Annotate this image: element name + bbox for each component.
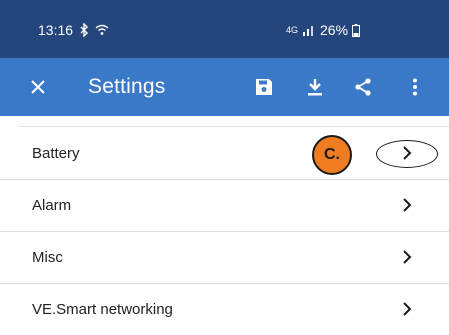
settings-item-label: Misc <box>32 249 63 266</box>
status-time-group: 13:16 <box>38 22 109 38</box>
app-bar: Settings <box>0 58 449 116</box>
save-button[interactable] <box>247 58 281 116</box>
wifi-icon <box>95 24 109 36</box>
download-icon <box>307 78 323 96</box>
status-bar: 13:16 4G 26% <box>0 0 449 58</box>
list-divider <box>18 126 449 127</box>
battery-icon <box>352 23 361 37</box>
close-button[interactable] <box>18 58 58 116</box>
settings-item-misc[interactable]: Misc <box>0 232 449 284</box>
chevron-right-icon <box>402 301 412 317</box>
close-icon <box>31 80 45 94</box>
more-vert-icon <box>413 78 417 96</box>
annotation-badge: C. <box>312 135 352 175</box>
chevron-right-icon <box>402 197 412 213</box>
share-button[interactable] <box>346 58 380 116</box>
network-type: 4G <box>286 25 299 35</box>
share-icon <box>354 78 372 96</box>
download-button[interactable] <box>298 58 332 116</box>
page-title: Settings <box>88 75 166 98</box>
bluetooth-icon <box>79 23 89 37</box>
settings-item-ve-smart-networking[interactable]: VE.Smart networking <box>0 284 449 335</box>
chevron-right-icon <box>402 249 412 265</box>
settings-item-label: Alarm <box>32 197 72 214</box>
settings-item-alarm[interactable]: Alarm <box>0 180 449 232</box>
settings-item-label: VE.Smart networking <box>32 301 173 318</box>
settings-item-label: Battery <box>32 145 80 162</box>
signal-icon <box>302 24 316 36</box>
annotation-highlight-ellipse <box>376 140 438 168</box>
battery-percent: 26% <box>320 22 349 38</box>
more-options-button[interactable] <box>400 58 430 116</box>
status-right-group: 4G 26% <box>286 22 361 38</box>
status-time: 13:16 <box>38 22 74 38</box>
save-icon <box>255 78 273 96</box>
